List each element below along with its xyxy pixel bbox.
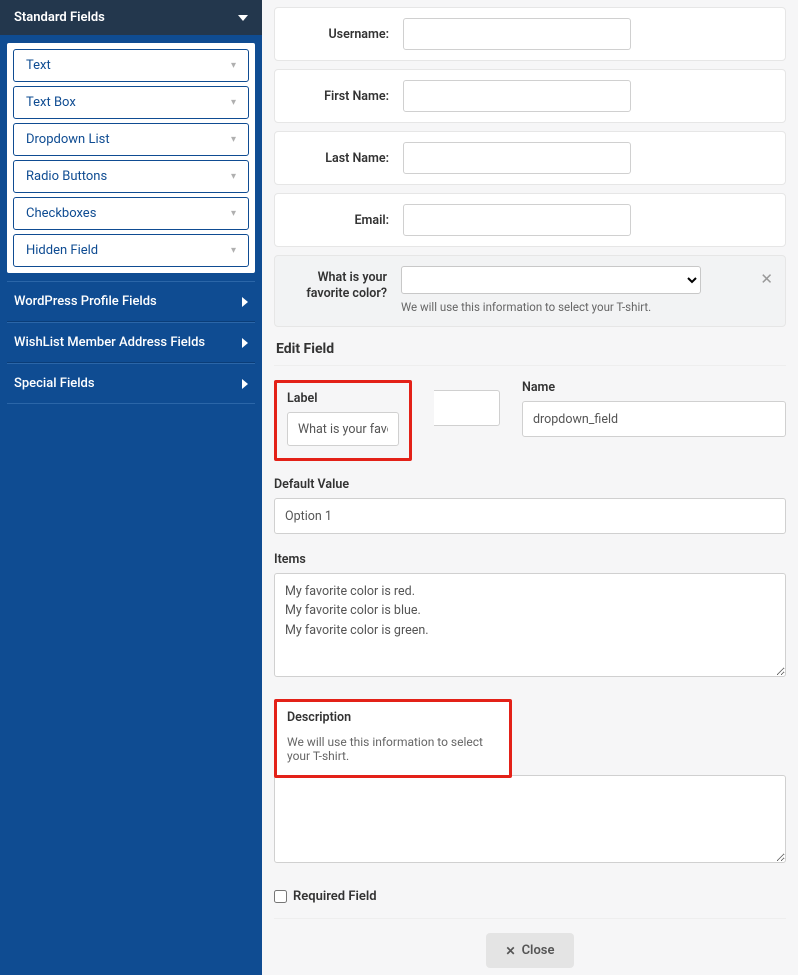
input-email[interactable] [403,204,631,236]
edit-field-title: Edit Field [274,327,786,366]
row-email: Email: [274,193,786,247]
main-panel: Username: First Name: Last Name: Email: … [262,0,798,975]
input-label[interactable] [287,412,399,446]
label-label: Label [287,391,399,406]
sidebar: Standard Fields Text ▾ Text Box ▾ Dropdo… [0,0,262,975]
row-firstname: First Name: [274,69,786,123]
select-favorite-color[interactable] [401,266,701,294]
help-text: We will use this information to select y… [401,300,771,314]
close-button[interactable]: ✕ Close [486,933,575,968]
block-items: Items [274,552,786,681]
section-label: WordPress Profile Fields [14,294,157,309]
remove-field-icon[interactable]: ✕ [760,270,773,288]
field-item-hidden[interactable]: Hidden Field ▾ [13,234,249,267]
field-item-radio[interactable]: Radio Buttons ▾ [13,160,249,193]
col-name: Name [522,380,786,461]
caret-down-icon: ▾ [231,97,236,108]
input-username[interactable] [403,18,631,50]
row-custom-question: What is your favorite color? We will use… [274,255,786,327]
field-item-label: Radio Buttons [26,169,107,184]
label-firstname: First Name: [291,89,403,104]
caret-down-icon: ▾ [231,171,236,182]
section-wordpress-profile[interactable]: WordPress Profile Fields [7,281,255,322]
caret-down-icon: ▾ [231,60,236,71]
block-description: Description We will use this information… [274,699,786,867]
section-wishlist-address[interactable]: WishList Member Address Fields [7,322,255,363]
footer: ✕ Close [274,933,786,968]
label-required: Required Field [293,889,377,904]
label-items: Items [274,552,786,567]
desc-preview: We will use this information to select y… [287,731,499,763]
label-default: Default Value [274,477,786,492]
accordion-title: Standard Fields [14,10,105,25]
section-special-fields[interactable]: Special Fields [7,363,255,404]
label-lastname: Last Name: [291,151,403,166]
field-item-label: Hidden Field [26,243,98,258]
input-label-overflow[interactable] [434,390,500,426]
accordion-standard-fields[interactable]: Standard Fields [0,0,262,35]
section-label: WishList Member Address Fields [14,335,205,350]
accordion-body: Text ▾ Text Box ▾ Dropdown List ▾ Radio … [7,43,255,273]
close-icon: ✕ [506,944,516,958]
label-username: Username: [291,27,403,42]
field-item-dropdown[interactable]: Dropdown List ▾ [13,123,249,156]
caret-down-icon: ▾ [231,245,236,256]
field-item-label: Text [26,58,51,73]
field-item-text[interactable]: Text ▾ [13,49,249,82]
field-item-textbox[interactable]: Text Box ▾ [13,86,249,119]
section-label: Special Fields [14,376,95,391]
chevron-right-icon [242,379,248,389]
input-name[interactable] [522,401,786,437]
textarea-description[interactable] [274,775,786,863]
block-default: Default Value [274,477,786,534]
caret-down-icon: ▾ [231,134,236,145]
input-firstname[interactable] [403,80,631,112]
field-item-label: Dropdown List [26,132,110,147]
row-required: Required Field [274,885,786,919]
chevron-right-icon [242,297,248,307]
label-question: What is your favorite color? [289,266,401,303]
caret-down-icon: ▾ [231,208,236,219]
label-name: Name [522,380,786,395]
field-item-label: Checkboxes [26,206,96,221]
input-lastname[interactable] [403,142,631,174]
close-button-label: Close [522,943,555,958]
label-email: Email: [291,213,403,228]
row-lastname: Last Name: [274,131,786,185]
row-username: Username: [274,7,786,61]
chevron-down-icon [238,15,248,21]
highlight-label: Label [274,380,412,461]
textarea-items[interactable] [274,573,786,677]
field-item-checkboxes[interactable]: Checkboxes ▾ [13,197,249,230]
label-description: Description [287,710,499,725]
input-default[interactable] [274,498,786,534]
checkbox-required[interactable] [274,890,287,903]
chevron-right-icon [242,338,248,348]
field-item-label: Text Box [26,95,76,110]
